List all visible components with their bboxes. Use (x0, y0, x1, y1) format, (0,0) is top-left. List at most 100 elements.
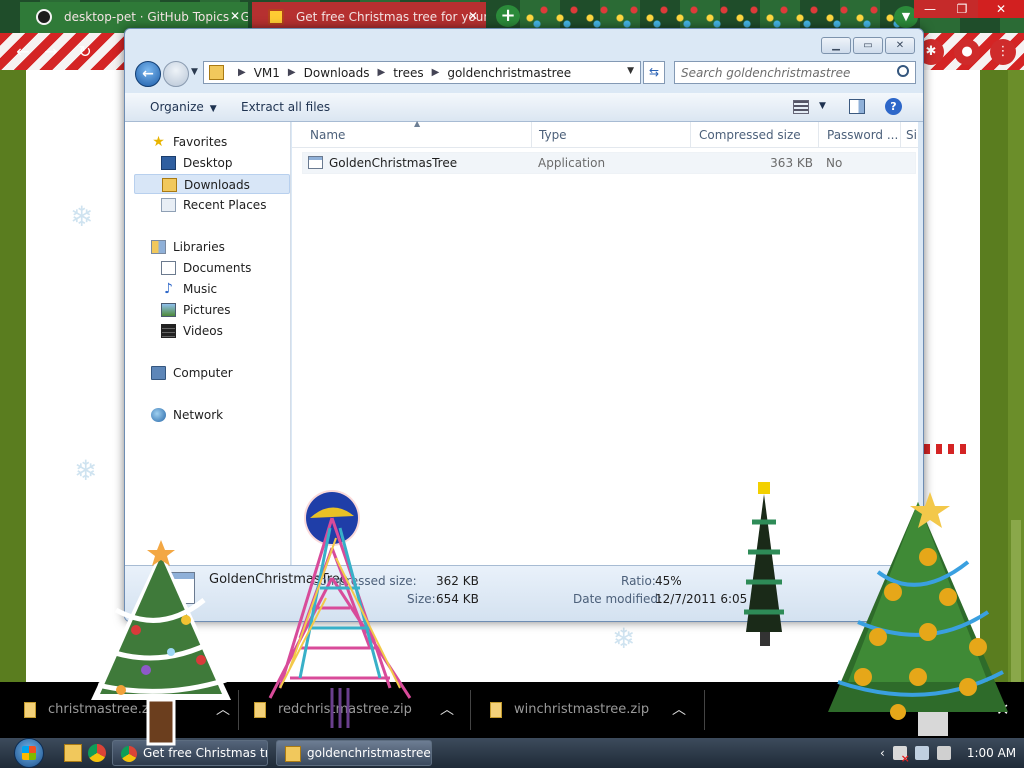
minimize-button[interactable]: ▁ (821, 37, 851, 54)
forward-arrow-icon[interactable] (163, 61, 189, 87)
nav-downloads[interactable]: Downloads (134, 174, 290, 194)
organize-button[interactable]: Organize ▼ (150, 100, 217, 114)
music-note-icon: ♪ (164, 281, 173, 297)
tab-title: desktop-pet · GitHub Topics · Git (64, 10, 248, 24)
zip-file-icon (490, 702, 502, 718)
close-tab-icon[interactable]: ✕ (230, 9, 240, 23)
download-item[interactable]: winchristmastree.zip ︿ (490, 682, 700, 738)
taskbar-button-explorer[interactable]: goldenchristmastree (276, 740, 432, 766)
address-dropdown-chevron-icon[interactable]: ▼ (627, 66, 634, 76)
breadcrumb-item[interactable]: trees ▶ (393, 66, 447, 80)
close-tab-icon[interactable]: ✕ (468, 9, 478, 23)
compressed-size-value: 362 KB (436, 574, 479, 588)
breadcrumb-item[interactable]: VM1 ▶ (254, 66, 304, 80)
download-item[interactable]: christmastree.zip ︿ (24, 682, 230, 738)
toolbar-actions: ✱ ● ⋮ (918, 39, 1016, 65)
videos-icon (161, 324, 176, 338)
show-hidden-icons-chevron-icon[interactable]: ‹ (880, 746, 885, 760)
nav-libraries[interactable]: Libraries (151, 237, 225, 257)
command-bar: Organize ▼ Extract all files ▼ ? (125, 93, 923, 122)
system-tray: ‹ 1:00 AM (880, 738, 1016, 768)
nav-favorites[interactable]: ★ Favorites (151, 132, 227, 152)
change-view-icon[interactable] (793, 100, 809, 114)
menu-icon[interactable]: ⋮ (990, 39, 1016, 65)
download-filename: redchristmastree.zip (278, 702, 412, 717)
page-scrollbar[interactable] (1008, 70, 1024, 710)
nav-pictures[interactable]: Pictures (161, 300, 231, 320)
chevron-up-icon[interactable]: ︿ (216, 699, 230, 719)
extract-all-button[interactable]: Extract all files (241, 100, 330, 114)
view-options-chevron-icon[interactable]: ▼ (819, 101, 826, 111)
divider (470, 690, 471, 730)
nav-computer[interactable]: Computer (151, 363, 233, 383)
date-modified-value: 12/7/2011 6:05 PM (655, 592, 769, 606)
nav-videos[interactable]: Videos (161, 321, 223, 341)
nav-music[interactable]: ♪ Music (161, 279, 217, 299)
minimize-button[interactable]: — (914, 0, 946, 18)
close-shelf-icon[interactable]: ✕ (996, 700, 1009, 719)
column-header-size[interactable]: Si (901, 122, 918, 148)
refresh-button[interactable]: ⇆ (643, 61, 665, 84)
zip-file-icon (24, 702, 36, 718)
table-row[interactable]: GoldenChristmasTree Application 363 KB N… (302, 152, 916, 174)
address-bar[interactable]: ▶ VM1 ▶ Downloads ▶ trees ▶ goldenchristmas… (203, 61, 641, 84)
compressed-size-label: Compressed size: (311, 574, 417, 588)
taskbar-button-chrome[interactable]: Get free Christmas tr... (112, 740, 268, 766)
file-compressed-size: 363 KB (770, 156, 813, 170)
ratio-label: Ratio: (621, 574, 656, 588)
chevron-up-icon[interactable]: ︿ (672, 699, 686, 719)
chevron-up-icon[interactable]: ︿ (440, 699, 454, 719)
profile-avatar-icon[interactable]: ● (954, 39, 980, 65)
breadcrumb-item[interactable]: Downloads ▶ (304, 66, 394, 80)
chevron-down-icon: ▼ (209, 104, 217, 114)
file-list: Name Type Compressed size Password ... S… (292, 119, 918, 570)
recent-pages-chevron-icon[interactable]: ▼ (191, 67, 198, 77)
application-icon (308, 156, 323, 169)
back-arrow-icon[interactable]: ← (135, 61, 161, 87)
folder-icon (285, 746, 301, 762)
explorer-quicklaunch-icon[interactable] (64, 744, 82, 762)
snowflake-icon: ❄ (74, 454, 98, 487)
divider (704, 690, 705, 730)
size-label: Size: (407, 592, 436, 606)
nav-desktop[interactable]: Desktop (161, 153, 233, 173)
action-center-flag-icon[interactable] (892, 746, 910, 765)
close-button[interactable]: ✕ (885, 37, 915, 54)
reload-icon[interactable]: ↻ (74, 41, 96, 63)
column-header-password[interactable]: Password ... (819, 122, 901, 148)
network-icon[interactable] (914, 746, 929, 760)
documents-icon (161, 261, 176, 275)
clock[interactable]: 1:00 AM (967, 746, 1016, 760)
application-icon (163, 572, 195, 604)
chrome-icon (121, 746, 137, 762)
breadcrumb-separator[interactable]: ▶ (230, 67, 254, 78)
help-icon[interactable]: ? (885, 98, 902, 115)
maximize-button[interactable]: ▭ (853, 37, 883, 54)
organize-label: Organize (150, 100, 204, 114)
volume-muted-icon[interactable] (936, 746, 951, 760)
computer-icon (151, 366, 166, 380)
breadcrumb-item[interactable]: goldenchristmastree (447, 66, 571, 80)
new-tab-button[interactable]: + (496, 5, 520, 27)
column-headers: Name Type Compressed size Password ... S… (292, 119, 918, 148)
column-header-type[interactable]: Type (531, 122, 691, 148)
size-value: 654 KB (436, 592, 479, 606)
restore-button[interactable]: ❐ (946, 0, 978, 18)
explorer-window: ▁ ▭ ✕ ← ▼ ▶ VM1 ▶ Downloads ▶ trees ▶ golde… (124, 28, 924, 622)
divider (238, 690, 239, 730)
back-arrow-icon[interactable]: ← (12, 41, 34, 63)
preview-pane-icon[interactable] (849, 99, 865, 114)
folder-icon (209, 65, 224, 80)
network-icon (151, 408, 166, 422)
close-button[interactable]: ✕ (978, 0, 1024, 18)
download-item[interactable]: redchristmastree.zip ︿ (254, 682, 474, 738)
column-header-compressed-size[interactable]: Compressed size (691, 122, 819, 148)
chrome-quicklaunch-icon[interactable] (88, 744, 106, 762)
search-icon (897, 65, 909, 77)
forward-arrow-icon[interactable]: → (40, 41, 62, 63)
nav-recent-places[interactable]: Recent Places (161, 195, 266, 215)
search-input[interactable]: Search goldenchristmastree (674, 61, 916, 84)
nav-documents[interactable]: Documents (161, 258, 251, 278)
start-button[interactable] (8, 738, 50, 768)
nav-network[interactable]: Network (151, 405, 223, 425)
